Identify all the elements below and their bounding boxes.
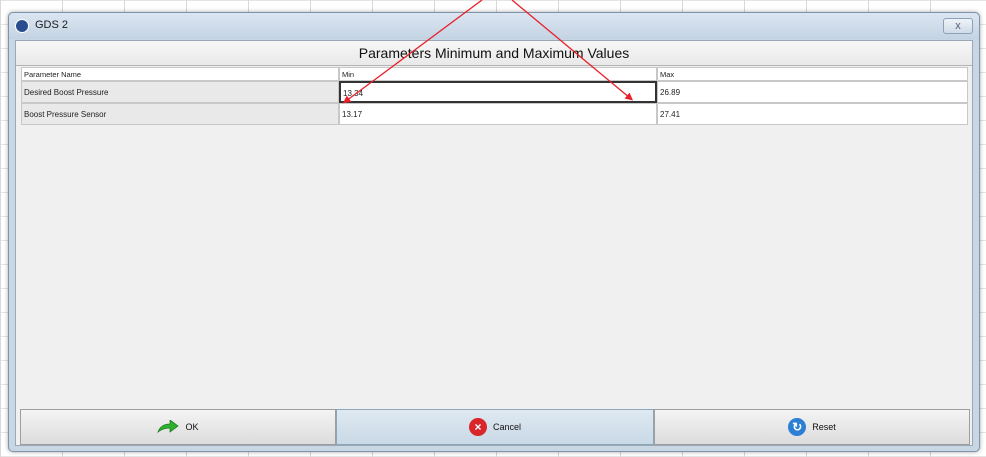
max-value-input[interactable]: 27.41 <box>657 103 968 125</box>
gds2-dialog-window: GDS 2 x Parameters Minimum and Maximum V… <box>8 12 980 452</box>
ok-button[interactable]: OK <box>20 409 336 445</box>
reset-button[interactable]: ↻ Reset <box>654 409 970 445</box>
max-value-input[interactable]: 26.89 <box>657 81 968 103</box>
ok-button-label: OK <box>185 422 199 432</box>
dialog-client-area: Parameters Minimum and Maximum Values Pa… <box>15 40 973 446</box>
header-min: Min <box>339 67 657 81</box>
parameters-table: Parameter Name Min Max Desired Boost Pre… <box>21 67 968 125</box>
cancel-button[interactable]: × Cancel <box>336 409 654 445</box>
cancel-button-label: Cancel <box>492 422 521 432</box>
gds-logo-icon <box>15 19 29 33</box>
dialog-button-bar: OK × Cancel ↻ Reset <box>16 409 972 445</box>
window-title: GDS 2 <box>35 19 69 31</box>
table-header-row: Parameter Name Min Max <box>21 67 968 81</box>
green-arrow-icon <box>157 419 180 434</box>
blue-refresh-icon: ↻ <box>788 418 807 436</box>
min-value-input[interactable]: 13.34 <box>339 81 657 103</box>
parameter-name-cell: Boost Pressure Sensor <box>21 103 339 125</box>
dialog-heading: Parameters Minimum and Maximum Values <box>16 41 972 66</box>
red-x-circle-icon: × <box>468 418 487 436</box>
min-value-input[interactable]: 13.17 <box>339 103 657 125</box>
table-row: Boost Pressure Sensor 13.17 27.41 <box>21 103 968 125</box>
header-parameter-name: Parameter Name <box>21 67 339 81</box>
reset-button-label: Reset <box>812 422 836 432</box>
parameter-name-cell: Desired Boost Pressure <box>21 81 339 103</box>
header-max: Max <box>657 67 968 81</box>
table-row: Desired Boost Pressure 13.34 26.89 <box>21 81 968 103</box>
window-titlebar[interactable]: GDS 2 x <box>9 13 979 39</box>
window-close-button[interactable]: x <box>943 18 973 34</box>
